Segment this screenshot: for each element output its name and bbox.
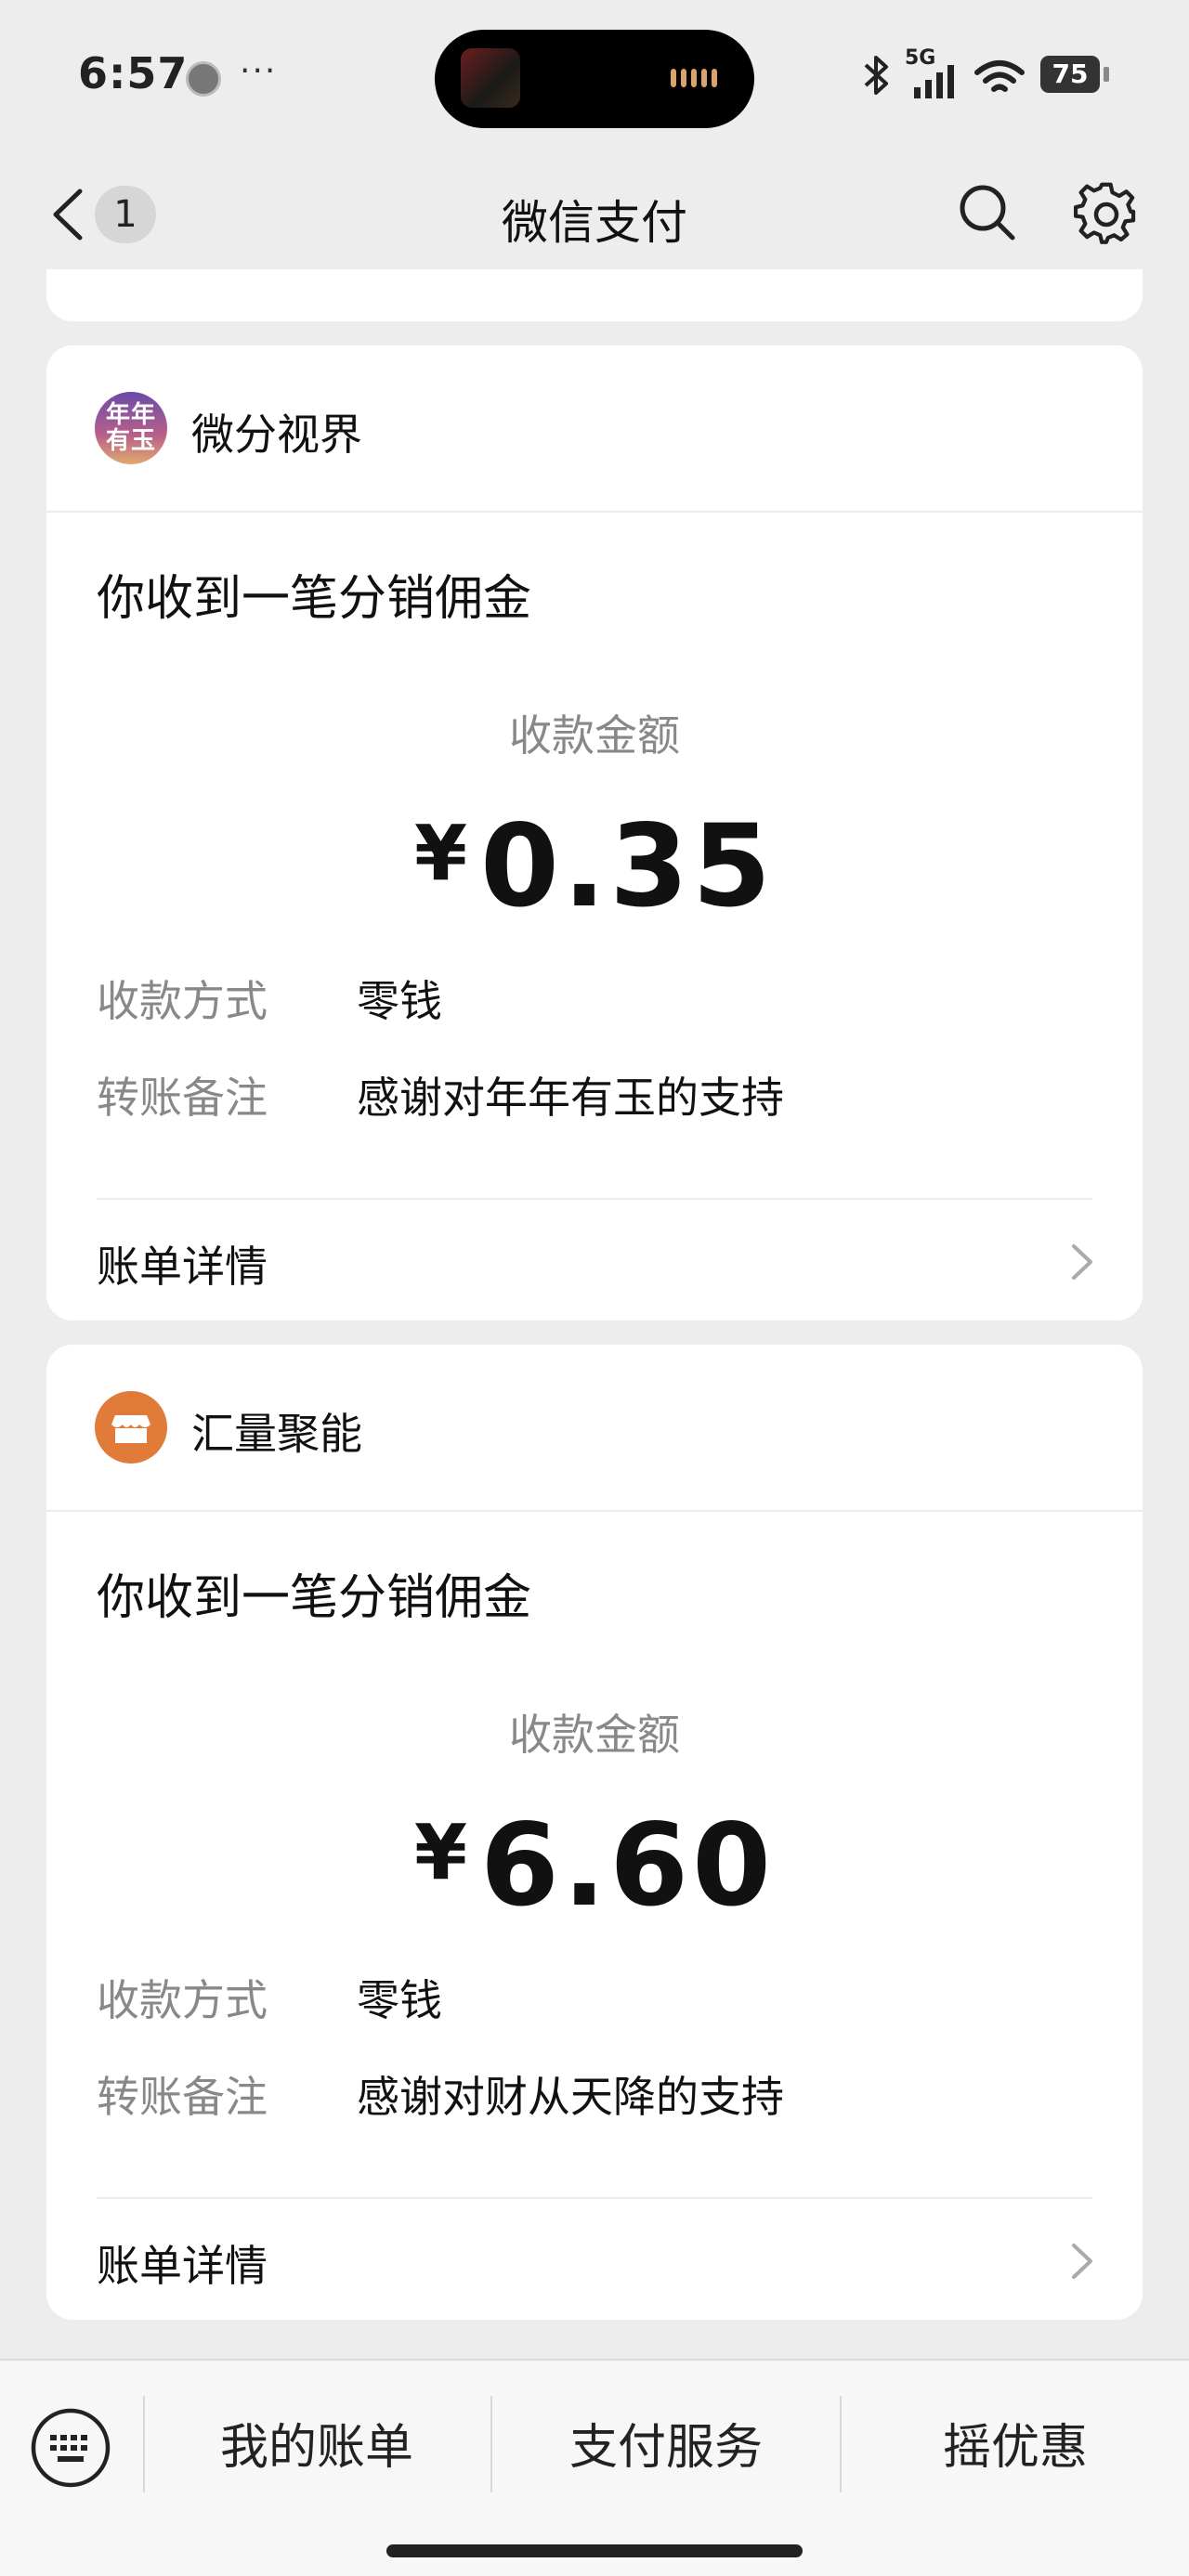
merchant-avatar	[95, 1391, 167, 1464]
card-header[interactable]: 汇量聚能	[46, 1345, 1143, 1512]
bill-details-link[interactable]: 账单详情	[46, 1200, 1143, 1321]
payment-method-row: 收款方式 零钱	[97, 1967, 442, 2028]
amount-value: 6.60	[480, 1800, 776, 1932]
gear-icon[interactable]	[1074, 182, 1139, 247]
wifi-icon	[974, 60, 1025, 92]
currency-symbol: ¥	[413, 1809, 468, 1897]
merchant-avatar: 年年 有玉	[95, 392, 167, 464]
tab-payment-services[interactable]: 支付服务	[492, 2407, 840, 2489]
payment-card: 年年 有玉 微分视界 你收到一笔分销佣金 收款金额 ¥0.35 收款方式 零钱 转…	[46, 345, 1143, 1321]
payment-method-value: 零钱	[357, 976, 442, 1026]
bill-details-label: 账单详情	[97, 2241, 268, 2291]
battery-tip	[1104, 67, 1109, 82]
amount-display: ¥6.60	[46, 1800, 1143, 1932]
nav-bar: 1 微信支付	[0, 158, 1189, 269]
payment-method-key: 收款方式	[97, 976, 268, 1026]
merchant-name: 汇量聚能	[191, 1409, 362, 1459]
merchant-avatar-text: 年年 有玉	[105, 401, 156, 455]
search-icon[interactable]	[957, 182, 1018, 243]
tab-shake-deals[interactable]: 摇优惠	[842, 2407, 1189, 2489]
tab-my-bills[interactable]: 我的账单	[145, 2407, 489, 2489]
message-title: 你收到一笔分销佣金	[97, 1570, 532, 1626]
transfer-remark-value: 感谢对年年有玉的支持	[357, 1073, 784, 1123]
chevron-right-icon	[1072, 2244, 1092, 2279]
payment-method-key: 收款方式	[97, 1975, 268, 2025]
bill-details-link[interactable]: 账单详情	[46, 2199, 1143, 2320]
transfer-remark-value: 感谢对财从天降的支持	[357, 2072, 784, 2122]
dynamic-island[interactable]	[435, 30, 754, 128]
battery-indicator: 75	[1040, 56, 1100, 93]
amount-label: 收款金额	[509, 1710, 680, 1760]
currency-symbol: ¥	[413, 810, 468, 898]
status-bar: 6:57 ··· 5G 75	[0, 0, 1189, 158]
home-indicator[interactable]	[386, 2544, 803, 2557]
status-icons: 5G 75	[855, 46, 1124, 104]
message-title: 你收到一笔分销佣金	[97, 571, 532, 627]
amount-value: 0.35	[480, 800, 776, 932]
more-status-icon: ···	[240, 52, 278, 90]
merchant-name: 微分视界	[191, 410, 362, 460]
payment-method-value: 零钱	[357, 1975, 442, 2025]
card-header[interactable]: 年年 有玉 微分视界	[46, 345, 1143, 513]
transfer-remark-row: 转账备注 感谢对年年有玉的支持	[97, 1064, 784, 1125]
transfer-remark-row: 转账备注 感谢对财从天降的支持	[97, 2063, 784, 2125]
album-art-icon	[461, 48, 520, 108]
status-time: 6:57	[78, 48, 189, 98]
amount-display: ¥0.35	[46, 800, 1143, 932]
shop-icon	[111, 1415, 150, 1443]
transfer-remark-key: 转账备注	[97, 1073, 268, 1123]
transfer-remark-key: 转账备注	[97, 2072, 268, 2122]
amount-label: 收款金额	[509, 710, 680, 761]
previous-card-fragment	[46, 269, 1143, 321]
keyboard-icon[interactable]	[30, 2407, 111, 2489]
audio-wave-icon	[671, 69, 725, 89]
payment-method-row: 收款方式 零钱	[97, 968, 442, 1029]
chevron-right-icon	[1072, 1244, 1092, 1280]
payment-card: 汇量聚能 你收到一笔分销佣金 收款金额 ¥6.60 收款方式 零钱 转账备注 感谢对…	[46, 1345, 1143, 2320]
signal-icon	[914, 65, 954, 98]
bill-details-label: 账单详情	[97, 1242, 268, 1292]
bottom-menu-bar: 我的账单 支付服务 摇优惠	[0, 2359, 1189, 2576]
clock-app-icon	[186, 61, 221, 97]
bluetooth-icon	[864, 56, 888, 95]
